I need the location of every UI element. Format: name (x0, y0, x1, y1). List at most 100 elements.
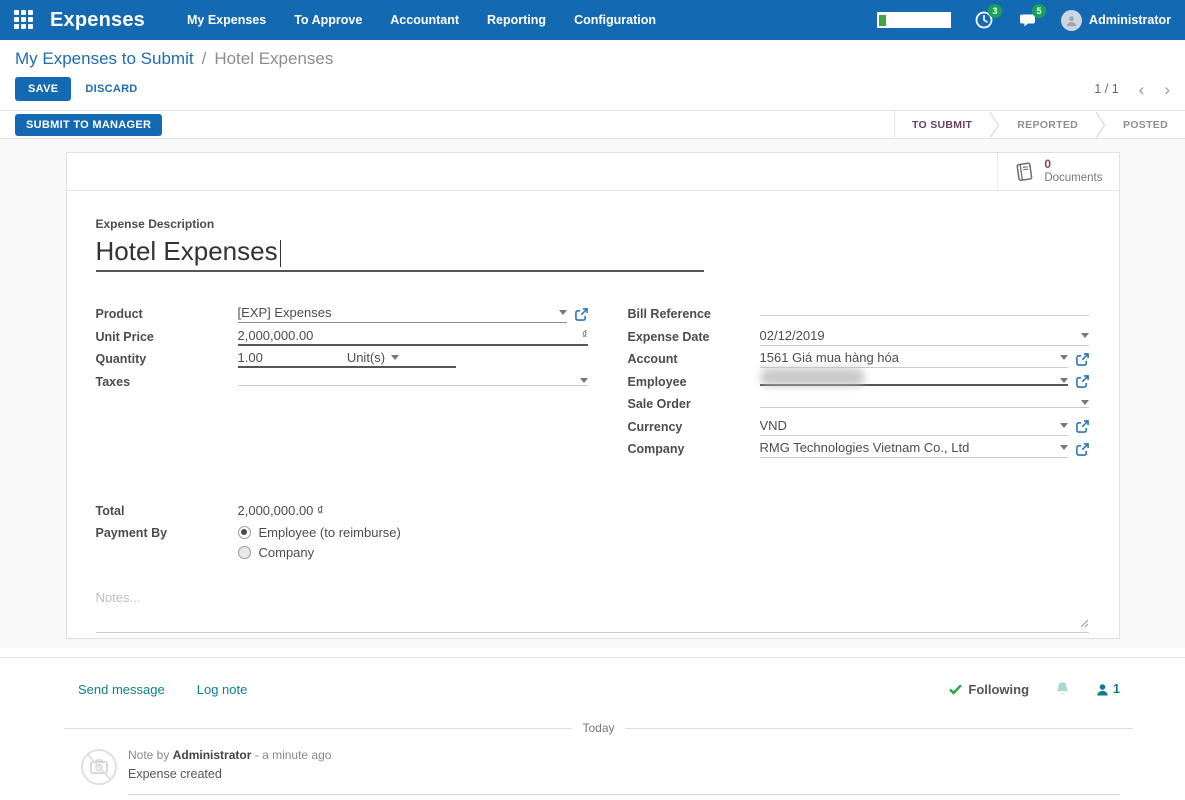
menu-to-approve[interactable]: To Approve (294, 13, 362, 27)
documents-stat-button[interactable]: 0 Documents (997, 153, 1118, 190)
send-message-button[interactable]: Send message (78, 682, 165, 697)
message-time: - a minute ago (254, 748, 332, 762)
menu-configuration[interactable]: Configuration (574, 13, 656, 27)
top-navbar: Expenses My Expenses To Approve Accounta… (0, 0, 1185, 40)
dropdown-caret-icon[interactable] (558, 310, 567, 316)
app-title[interactable]: Expenses (50, 9, 145, 32)
dropdown-caret-icon[interactable] (1059, 377, 1068, 383)
message-prefix: Note by (128, 748, 170, 762)
activities-clock-icon[interactable]: 3 (973, 4, 1003, 31)
unit-price-field[interactable]: 2,000,000.00 ₫ (237, 328, 588, 346)
expense-date-field[interactable]: 02/12/2019 (759, 327, 1089, 346)
currency-symbol: ₫ (581, 329, 588, 342)
company-field[interactable]: RMG Technologies Vietnam Co., Ltd (759, 440, 1068, 459)
uom-value[interactable]: Unit(s) (347, 350, 385, 365)
sale-order-field[interactable] (759, 400, 1089, 409)
message-author[interactable]: Administrator (173, 748, 252, 762)
expense-date-label: Expense Date (627, 329, 710, 344)
followers-count: 1 (1113, 682, 1120, 696)
log-note-button[interactable]: Log note (197, 682, 248, 697)
currency-field[interactable]: VND (759, 417, 1068, 436)
user-avatar (1061, 9, 1083, 31)
radio-selected-icon[interactable] (237, 525, 251, 539)
dropdown-caret-icon[interactable] (579, 377, 588, 383)
save-button[interactable]: SAVE (15, 77, 72, 101)
following-button[interactable]: Following (949, 682, 1029, 697)
product-field[interactable]: [EXP] Expenses (237, 305, 567, 324)
expense-date-value: 02/12/2019 (759, 327, 825, 343)
menu-accountant[interactable]: Accountant (390, 13, 459, 27)
payment-by-label: Payment By (95, 526, 168, 541)
activities-badge: 3 (988, 4, 1003, 18)
breadcrumb-current: Hotel Expenses (214, 49, 334, 68)
payment-employee-option: Employee (to reimburse) (258, 524, 401, 540)
payment-employee-radio[interactable]: Employee (to reimburse) (237, 522, 1089, 543)
documents-label: Documents (1044, 171, 1103, 184)
redacted-employee-value (759, 367, 865, 386)
day-separator: Today (64, 721, 1133, 735)
pager-previous-icon[interactable]: ‹ (1139, 81, 1145, 98)
dropdown-caret-icon[interactable] (1059, 422, 1068, 428)
form-right-group: Bill Reference Expense Date 02/12/2019 A… (628, 303, 1089, 461)
quantity-field[interactable]: 1.00 Unit(s) (237, 350, 456, 369)
discard-button[interactable]: DISCARD (71, 77, 151, 101)
submit-to-manager-button[interactable]: SUBMIT TO MANAGER (15, 113, 163, 136)
company-label: Company (627, 442, 685, 457)
menu-my-expenses[interactable]: My Expenses (187, 13, 266, 27)
notes-input[interactable] (95, 590, 1089, 633)
following-label: Following (968, 681, 1030, 697)
currency-label: Currency (627, 419, 683, 434)
book-icon (1016, 162, 1033, 181)
apps-grid-icon[interactable] (14, 10, 34, 30)
taxes-field[interactable] (237, 377, 588, 386)
form-left-group: Product [EXP] Expenses Unit Price 2,000,… (96, 303, 588, 461)
account-external-link-icon[interactable] (1075, 352, 1089, 366)
currency-value: VND (759, 417, 787, 433)
dropdown-caret-icon[interactable] (1059, 355, 1068, 361)
menu-reporting[interactable]: Reporting (487, 13, 546, 27)
text-cursor (279, 240, 281, 267)
bell-icon[interactable] (1055, 681, 1070, 697)
expense-description-label: Expense Description (95, 217, 215, 231)
expense-description-field[interactable]: Hotel Expenses (95, 236, 704, 272)
followers-button[interactable]: 1 (1096, 682, 1120, 696)
account-value: 1561 Giá mua hàng hóa (759, 350, 900, 366)
quantity-value: 1.00 (237, 350, 263, 366)
currency-external-link-icon[interactable] (1075, 420, 1089, 434)
payment-company-radio[interactable]: Company (237, 543, 1089, 564)
message-body: Expense created (128, 767, 222, 781)
uom-caret-icon[interactable] (391, 355, 400, 361)
day-separator-label: Today (582, 721, 615, 735)
redacted-widget (877, 12, 952, 28)
messages-badge: 5 (1032, 4, 1047, 18)
dropdown-caret-icon[interactable] (1059, 445, 1068, 451)
datepicker-caret-icon[interactable] (1080, 332, 1089, 338)
employee-field[interactable] (759, 367, 1068, 386)
pager-next-icon[interactable]: › (1164, 81, 1170, 98)
radio-unselected-icon[interactable] (237, 546, 251, 560)
account-field[interactable]: 1561 Giá mua hàng hóa (759, 350, 1068, 369)
user-name: Administrator (1089, 13, 1171, 27)
chatter: Send message Log note Following 1 Today (0, 658, 1185, 795)
total-label: Total (95, 503, 125, 518)
pager: 1 / 1 ‹ › (1094, 81, 1170, 98)
user-menu[interactable]: Administrator (1061, 9, 1171, 31)
bill-reference-field[interactable] (759, 313, 1089, 316)
pager-value: 1 / 1 (1094, 82, 1119, 96)
documents-count: 0 (1044, 156, 1052, 171)
breadcrumb-parent-link[interactable]: My Expenses to Submit (15, 49, 194, 69)
status-posted[interactable]: POSTED (1106, 111, 1185, 138)
company-external-link-icon[interactable] (1075, 442, 1089, 456)
taxes-label: Taxes (95, 374, 131, 389)
status-to-submit[interactable]: TO SUBMIT (895, 111, 989, 138)
resize-handle-icon[interactable] (1080, 615, 1089, 633)
dropdown-caret-icon[interactable] (1080, 400, 1089, 406)
bill-reference-label: Bill Reference (627, 307, 711, 322)
product-label: Product (95, 307, 143, 322)
status-reported[interactable]: REPORTED (1000, 111, 1095, 138)
product-external-link-icon[interactable] (574, 307, 588, 321)
form-view-background: 0 Documents Expense Description Hotel Ex… (0, 139, 1185, 648)
employee-external-link-icon[interactable] (1075, 375, 1089, 389)
company-value: RMG Technologies Vietnam Co., Ltd (759, 440, 970, 456)
messages-icon[interactable]: 5 (1017, 4, 1047, 31)
